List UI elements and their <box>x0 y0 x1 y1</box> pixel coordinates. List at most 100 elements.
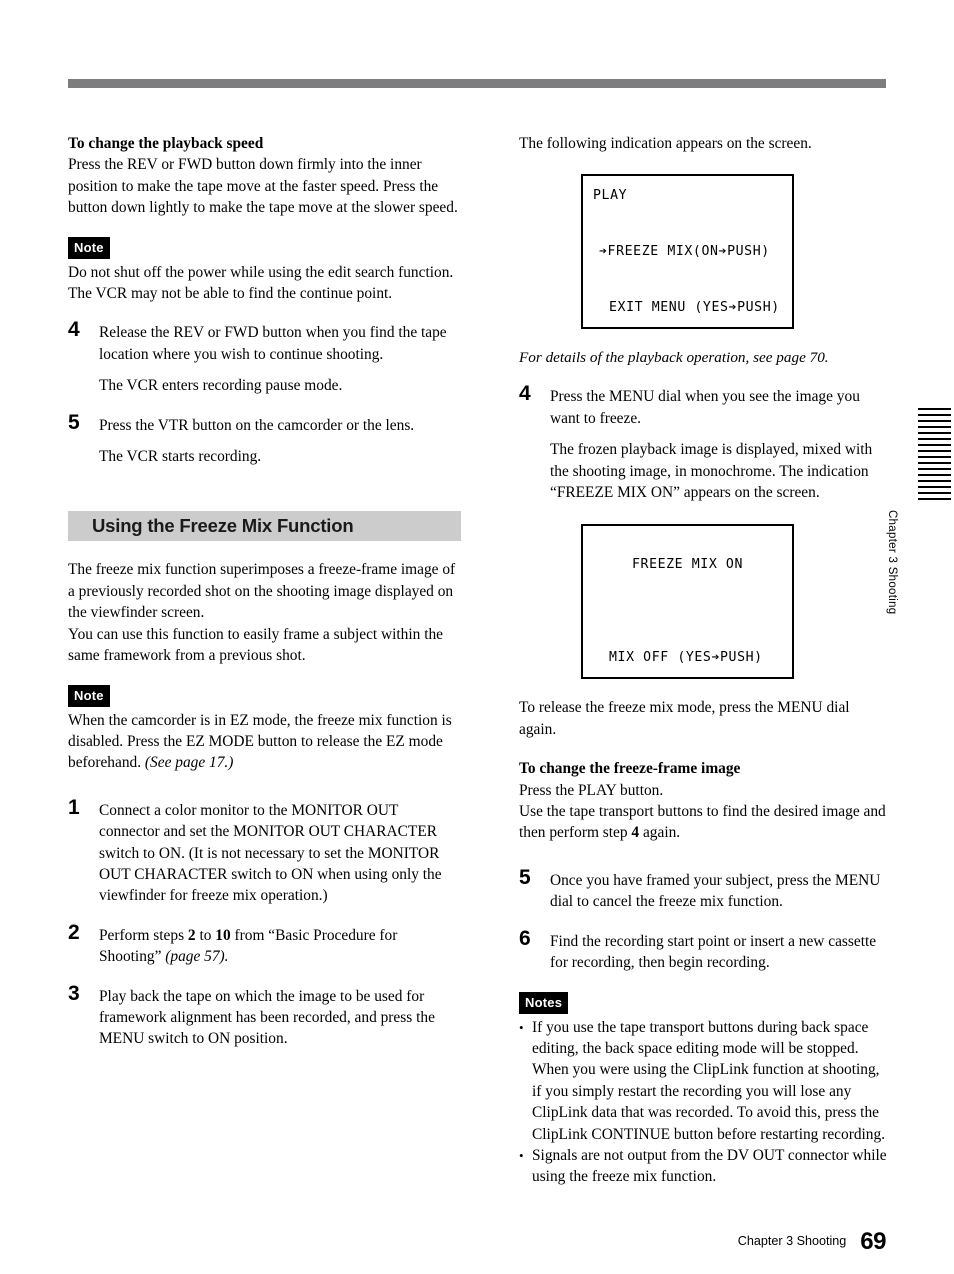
thumb-index-stripe <box>918 480 951 482</box>
screen-line-play: PLAY <box>593 188 628 204</box>
note-badge: Note <box>68 236 110 259</box>
notes-badge: Notes <box>519 991 569 1014</box>
step-number: 3 <box>68 981 80 1005</box>
thumb-index-stripe <box>918 492 951 494</box>
page-footer: Chapter 3 Shooting 69 <box>0 1228 887 1256</box>
thumb-index-stripe <box>918 438 951 440</box>
thumb-index-stripe <box>918 474 951 476</box>
step-ref-number: 10 <box>215 926 231 944</box>
step-text: Connect a color monitor to the MONITOR O… <box>99 801 442 905</box>
right-column: The following indication appears on the … <box>519 133 889 1188</box>
note-text-ez-mode: When the camcorder is in EZ mode, the fr… <box>68 710 458 774</box>
step-5-left: 5 Press the VTR button on the camcorder … <box>68 411 458 468</box>
thumb-index-stripe <box>918 468 951 470</box>
left-column: To change the playback speed Press the R… <box>68 133 461 1050</box>
note-text-edit-search: Do not shut off the power while using th… <box>68 263 454 303</box>
step-4-right: 4 Press the MENU dial when you see the i… <box>519 382 889 503</box>
step-text: Press the VTR button on the camcorder or… <box>99 416 415 434</box>
step-number: 4 <box>68 318 80 342</box>
subhead-playback-speed: To change the playback speed <box>68 135 264 152</box>
screen-line-mix-off: MIX OFF (YES➔PUSH) <box>609 650 763 666</box>
step-result: The VCR starts recording. <box>99 448 262 466</box>
step-number: 1 <box>68 795 80 819</box>
thumb-index-stripe <box>918 408 951 410</box>
note-badge-row: Note <box>68 236 458 259</box>
intro-paragraph-2: You can use this function to easily fram… <box>68 625 444 665</box>
note-bullet-2: Signals are not output from the DV OUT c… <box>519 1145 889 1188</box>
page-number: 69 <box>860 1228 886 1255</box>
intro-paragraph-1: The freeze mix function superimposes a f… <box>68 561 456 622</box>
step-text: Once you have framed your subject, press… <box>550 871 881 911</box>
section-heading-freeze-mix: Using the Freeze Mix Function <box>68 511 461 542</box>
subhead-change-freeze-frame: To change the freeze-frame image <box>519 760 741 778</box>
step-5-right: 5 Once you have framed your subject, pre… <box>519 866 889 913</box>
step-text-part: to <box>195 926 216 944</box>
step-text: Play back the tape on which the image to… <box>99 987 435 1048</box>
section-heading-label: Using the Freeze Mix Function <box>92 515 354 537</box>
step-result: The VCR enters recording pause mode. <box>99 377 343 395</box>
step-text: Release the REV or FWD button when you f… <box>99 324 447 363</box>
step-text: Find the recording start point or insert… <box>550 932 877 972</box>
caption-playback-detail: For details of the playback operation, s… <box>519 349 829 367</box>
step-result: The frozen playback image is displayed, … <box>550 441 873 502</box>
page-reference: (page 57). <box>165 948 229 966</box>
note-bullet-text: Signals are not output from the DV OUT c… <box>532 1146 887 1186</box>
thumb-index-stripe <box>918 462 951 464</box>
change-frame-text-part: Use the tape transport buttons to find t… <box>519 803 886 842</box>
screen-illustration-freeze-mix-on: FREEZE MIX ON MIX OFF (YES➔PUSH) <box>581 524 794 680</box>
note-bullet-text: If you use the tape transport buttons du… <box>532 1018 886 1143</box>
thumb-index-stripe <box>918 426 951 428</box>
step-number: 6 <box>519 926 531 950</box>
note-badge: Note <box>68 684 110 707</box>
step-ref-number: 2 <box>187 926 196 944</box>
lead-text-indication: The following indication appears on the … <box>519 135 812 152</box>
step-1-left: 1 Connect a color monitor to the MONITOR… <box>68 796 458 907</box>
step-text-part: Perform steps <box>99 926 188 944</box>
step-2-left: 2 Perform steps 2 to 10 from “Basic Proc… <box>68 921 458 968</box>
manual-page: To change the playback speed Press the R… <box>0 0 954 1274</box>
thumb-index-stripe <box>918 456 951 458</box>
thumb-index-stripe <box>918 498 951 500</box>
screen-line-freeze-mix-on: FREEZE MIX ON <box>631 557 743 573</box>
change-frame-line-2: Use the tape transport buttons to find t… <box>519 801 889 844</box>
step-4-left: 4 Release the REV or FWD button when you… <box>68 318 458 396</box>
top-rule-bar <box>68 79 886 88</box>
thumb-index-stripe <box>918 444 951 446</box>
step-text: Press the MENU dial when you see the ima… <box>550 388 860 427</box>
paragraph-playback-speed: Press the REV or FWD button down firmly … <box>68 156 458 217</box>
see-page-reference: (See page 17.) <box>144 754 234 772</box>
thumb-index-stripe <box>918 432 951 434</box>
edge-tab-chapter-label: Chapter 3 Shooting <box>886 510 898 615</box>
notes-badge-row: Notes <box>519 991 889 1014</box>
change-frame-line-1: Press the PLAY button. <box>519 781 664 799</box>
thumb-index-stripe <box>918 414 951 416</box>
footer-chapter-label: Chapter 3 Shooting <box>737 1234 847 1248</box>
paragraph-release-freeze-mix: To release the freeze mix mode, press th… <box>519 699 850 738</box>
step-ref-number: 4 <box>631 824 640 842</box>
thumb-index-stripe <box>918 450 951 452</box>
screen-line-exit-menu: EXIT MENU (YES➔PUSH) <box>609 300 780 316</box>
step-number: 4 <box>519 382 531 406</box>
thumb-index-stripe <box>918 420 951 422</box>
screen-illustration-play-menu: PLAY ➔FREEZE MIX(ON➔PUSH) EXIT MENU (YES… <box>581 174 794 330</box>
change-frame-text-part: again. <box>639 824 681 842</box>
step-number: 5 <box>519 865 531 889</box>
